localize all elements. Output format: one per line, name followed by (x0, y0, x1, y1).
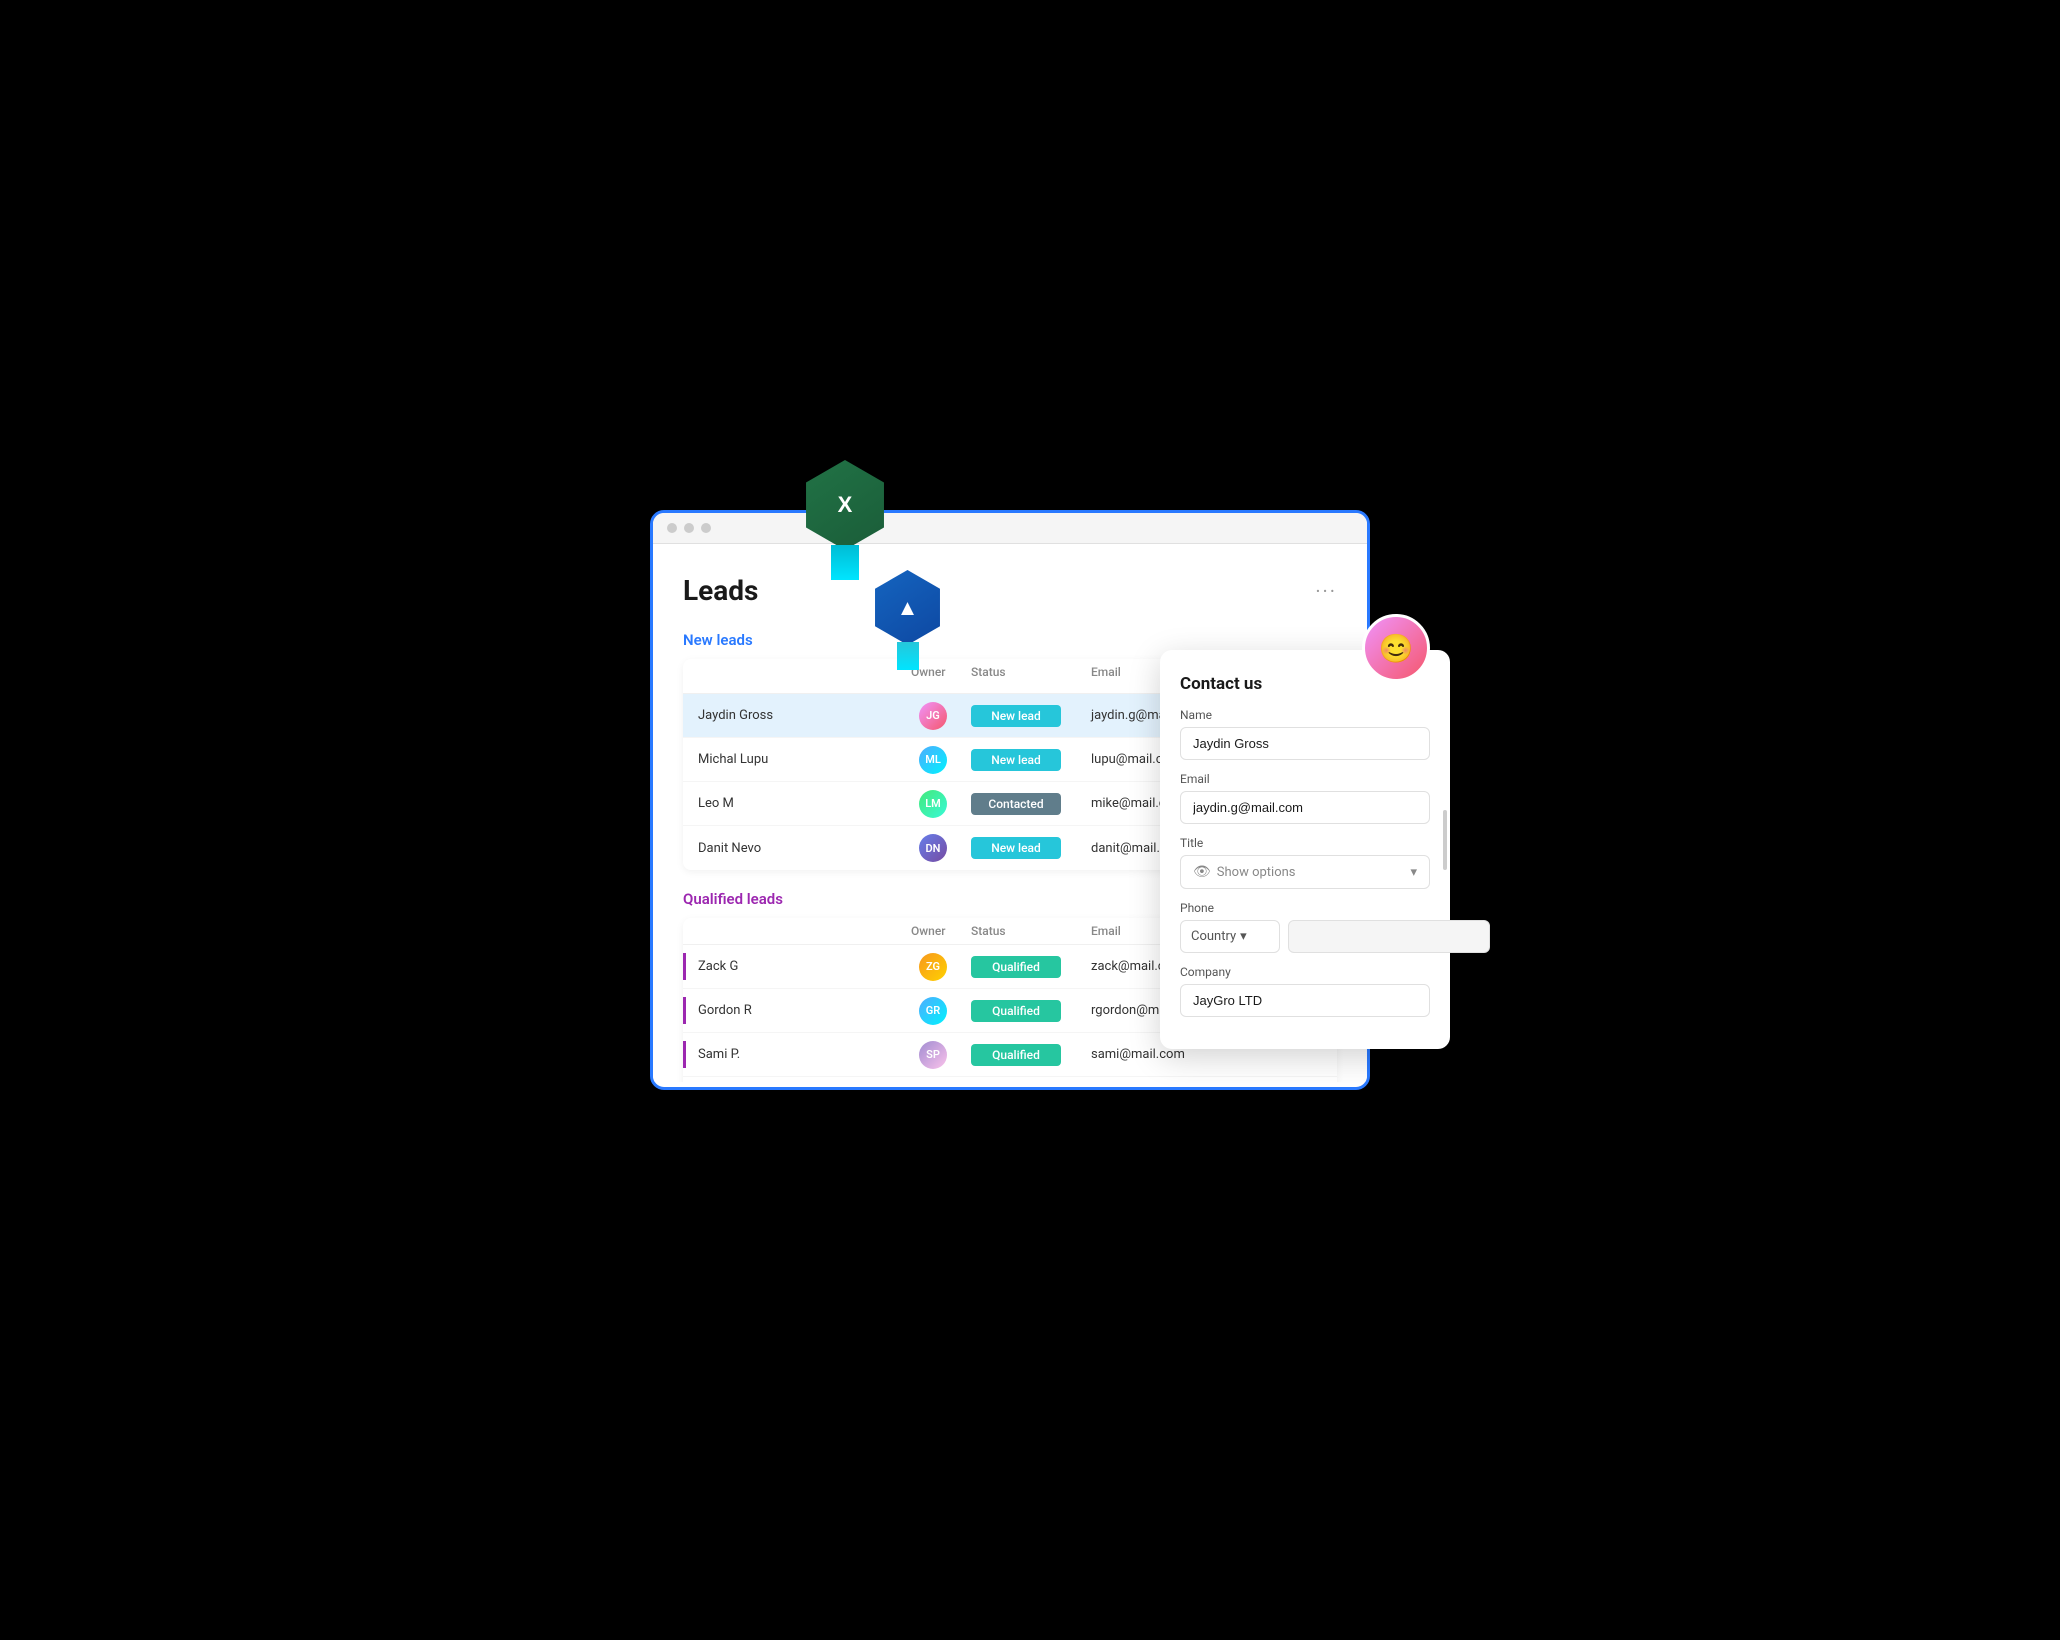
eye-icon: 👁 (1193, 864, 1211, 880)
avatar: GR (919, 997, 947, 1025)
avatar: SP (919, 1041, 947, 1069)
avatar: ML (919, 746, 947, 774)
cell-status: Qualified (963, 994, 1083, 1028)
chevron-down-icon: ▾ (1240, 929, 1247, 944)
email-label: Email (1180, 772, 1430, 786)
titlebar (653, 513, 1367, 544)
cell-owner: SP (903, 1035, 963, 1075)
name-input[interactable] (1180, 727, 1430, 760)
company-label: Company (1180, 965, 1430, 979)
angular-badge: ▲ (870, 570, 945, 645)
title-label: Title (1180, 836, 1430, 850)
avatar: DN (919, 834, 947, 862)
chevron-down-icon: ▾ (1410, 865, 1417, 880)
dot-2 (684, 523, 694, 533)
excel-badge-container: X (800, 460, 890, 550)
dot-1 (667, 523, 677, 533)
title-form-group: Title 👁 Show options ▾ (1180, 836, 1430, 889)
phone-label: Phone (1180, 901, 1430, 915)
angular-icon: ▲ (897, 595, 919, 621)
cell-name: Danit Nevo (683, 835, 903, 862)
avatar: JG (919, 702, 947, 730)
col-name (683, 665, 903, 687)
cell-status: New lead (963, 699, 1083, 733)
phone-row: Country ▾ (1180, 920, 1430, 953)
email-form-group: Email (1180, 772, 1430, 824)
excel-badge: X (800, 460, 890, 550)
contact-panel: 😊 Contact us Name Email Title 👁 Show opt… (1160, 650, 1450, 1049)
avatar: LM (919, 790, 947, 818)
country-label: Country (1191, 929, 1236, 944)
angular-badge-container: ▲ (870, 570, 945, 645)
cell-name: Gordon R (683, 997, 903, 1024)
cell-name: Zack G (683, 953, 903, 980)
cell-name: Jaydin Gross (683, 702, 903, 729)
cell-name: Michal Lupu (683, 746, 903, 773)
title-select[interactable]: 👁 Show options ▾ (1180, 855, 1430, 889)
status-badge: Qualified (971, 956, 1061, 978)
col-owner: Owner (903, 924, 963, 938)
avatar: ZG (919, 953, 947, 981)
contact-avatar: 😊 (1362, 614, 1430, 682)
status-badge: Qualified (971, 1000, 1061, 1022)
email-input[interactable] (1180, 791, 1430, 824)
page-title: Leads (683, 574, 758, 607)
phone-input[interactable] (1288, 920, 1490, 953)
cell-status: Qualified (963, 1038, 1083, 1072)
country-select[interactable]: Country ▾ (1180, 920, 1280, 953)
company-form-group: Company (1180, 965, 1430, 1017)
name-label: Name (1180, 708, 1430, 722)
new-leads-label: New leads (683, 631, 1337, 649)
excel-icon: X (838, 492, 853, 518)
dot-3 (701, 523, 711, 533)
col-status: Status (963, 924, 1083, 938)
page-header: Leads ··· (683, 574, 1337, 607)
name-form-group: Name (1180, 708, 1430, 760)
cell-owner: LM (903, 784, 963, 824)
excel-ribbon (831, 545, 859, 580)
cell-owner: JG (903, 696, 963, 736)
status-badge: New lead (971, 749, 1061, 771)
table-row[interactable]: Josh Rain JR Qualified joshrain@mail.com (683, 1077, 1337, 1082)
cell-owner: GR (903, 991, 963, 1031)
status-badge: Contacted (971, 793, 1061, 815)
cell-status: New lead (963, 743, 1083, 777)
status-badge: New lead (971, 705, 1061, 727)
cell-owner: ZG (903, 947, 963, 987)
status-badge: Qualified (971, 1044, 1061, 1066)
col-status: Status (963, 665, 1083, 687)
cell-status: New lead (963, 831, 1083, 865)
cell-status: Contacted (963, 787, 1083, 821)
status-badge: New lead (971, 837, 1061, 859)
scroll-bar (1443, 810, 1447, 870)
angular-ribbon (897, 642, 919, 670)
phone-form-group: Phone Country ▾ (1180, 901, 1430, 953)
cell-name: Leo M (683, 790, 903, 817)
cell-e1 (1243, 1049, 1337, 1061)
cell-owner: JR (903, 1079, 963, 1082)
cell-status: Qualified (963, 950, 1083, 984)
cell-owner: ML (903, 740, 963, 780)
cell-owner: DN (903, 828, 963, 868)
col-name (683, 924, 903, 938)
title-placeholder: Show options (1217, 865, 1411, 880)
more-options-icon[interactable]: ··· (1315, 579, 1337, 603)
cell-name: Sami P. (683, 1041, 903, 1068)
company-input[interactable] (1180, 984, 1430, 1017)
